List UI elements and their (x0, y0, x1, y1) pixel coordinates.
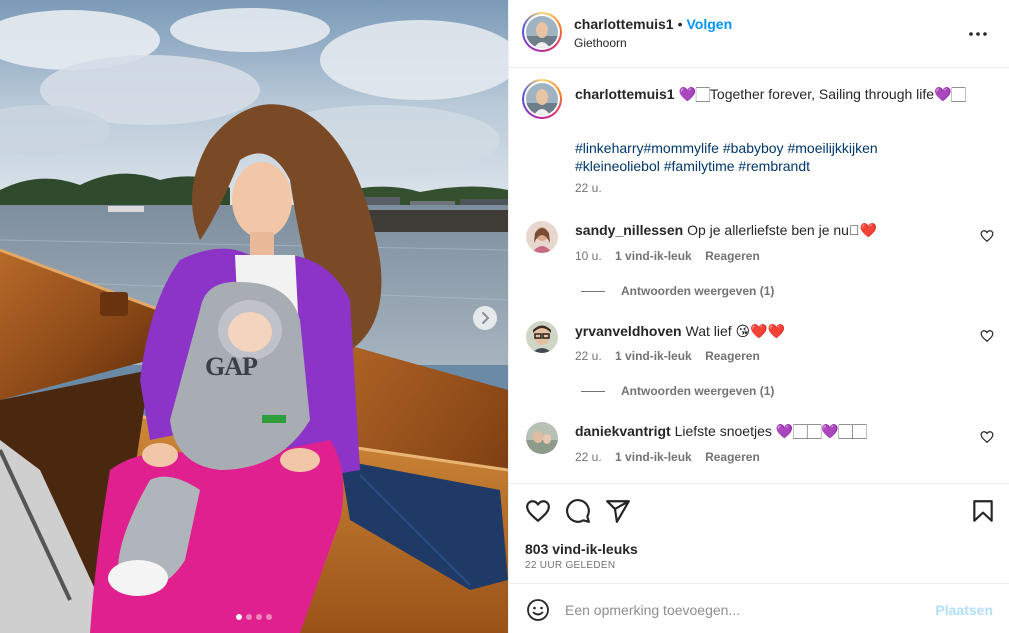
view-replies-button[interactable]: Antwoorden weergeven (1) (581, 384, 774, 398)
comment-likes[interactable]: 1 vind-ik-leuk (615, 450, 692, 464)
caption-text: 💜🏻Together forever, Sailing through life… (674, 86, 966, 102)
comment-body: daniekvantrigt Liefste snoetjes 💜🏻🏻💜🏻🏻 (575, 422, 955, 440)
separator-dot: • (677, 16, 683, 32)
carousel-dot (236, 614, 242, 620)
comment-username[interactable]: yrvanveldhoven (575, 323, 682, 339)
comment-likes[interactable]: 1 vind-ik-leuk (615, 249, 692, 263)
comment-avatar[interactable] (526, 221, 558, 253)
caption-hashtags: #linkeharry#mommylife #babyboy #moeilijk… (575, 139, 955, 175)
comment-username[interactable]: daniekvantrigt (575, 423, 671, 439)
reply-button[interactable]: Reageren (705, 450, 760, 464)
replies-divider (581, 290, 605, 292)
replies-divider (581, 390, 605, 392)
post-photo[interactable]: GAP (0, 0, 508, 633)
hashtag-link[interactable]: #moeilijkkijken (787, 140, 877, 156)
hashtag-link[interactable]: #babyboy (723, 140, 784, 156)
carousel-dots (0, 614, 508, 620)
caption-time[interactable]: 22 u. (575, 181, 602, 195)
author-avatar[interactable] (522, 12, 562, 52)
post-image (0, 0, 508, 633)
comment-icon[interactable] (565, 498, 591, 524)
follow-button[interactable]: Volgen (687, 16, 733, 32)
author-username[interactable]: charlottemuis1 (574, 16, 674, 32)
comment-body: yrvanveldhoven Wat lief 😘❤️❤️ (575, 322, 955, 340)
comment-like-icon[interactable] (980, 229, 994, 243)
hashtag-link[interactable]: #mommylife (643, 140, 718, 156)
share-icon[interactable] (605, 498, 631, 524)
heart-icon[interactable] (525, 498, 551, 524)
caption-username[interactable]: charlottemuis1 (575, 86, 675, 102)
reply-button[interactable]: Reageren (705, 349, 760, 363)
post-sidebar: charlottemuis1 • Volgen Giethoorn charlo… (508, 0, 1009, 633)
comment-meta: 10 u. 1 vind-ik-leuk Reageren (575, 249, 760, 263)
hashtag-link[interactable]: #rembrandt (738, 158, 810, 174)
reply-button[interactable]: Reageren (705, 249, 760, 263)
caption: charlottemuis1 💜🏻Together forever, Saili… (575, 85, 975, 103)
hashtag-link[interactable]: #kleineoliebol (575, 158, 660, 174)
hashtag-link[interactable]: #linkeharry (575, 140, 643, 156)
comment-meta: 22 u. 1 vind-ik-leuk Reageren (575, 450, 760, 464)
add-comment-bar: Plaatsen (509, 583, 1009, 633)
comment-avatar[interactable] (526, 321, 558, 353)
comment-time[interactable]: 10 u. (575, 249, 602, 263)
more-options-button[interactable] (966, 24, 990, 44)
comment-text: Liefste snoetjes 💜🏻🏻💜🏻🏻 (674, 423, 867, 439)
chevron-right-icon (482, 312, 490, 324)
comment-username[interactable]: sandy_nillessen (575, 222, 683, 238)
comment-time[interactable]: 22 u. (575, 450, 602, 464)
comment-likes[interactable]: 1 vind-ik-leuk (615, 349, 692, 363)
post-actions: 803 vind-ik-leuks 22 UUR GELEDEN (509, 483, 1009, 583)
post-comment-button[interactable]: Plaatsen (935, 602, 993, 618)
comment-time[interactable]: 22 u. (575, 349, 602, 363)
comment-avatar[interactable] (526, 422, 558, 454)
view-replies-label: Antwoorden weergeven (1) (621, 384, 775, 398)
carousel-dot (246, 614, 252, 620)
more-horizontal-icon (969, 32, 987, 36)
comment-meta: 22 u. 1 vind-ik-leuk Reageren (575, 349, 760, 363)
comment-like-icon[interactable] (980, 329, 994, 343)
bookmark-icon[interactable] (970, 498, 996, 524)
view-replies-button[interactable]: Antwoorden weergeven (1) (581, 284, 774, 298)
comment-body: sandy_nillessen Op je allerliefste ben j… (575, 221, 955, 239)
caption-avatar[interactable] (522, 79, 562, 119)
post-header: charlottemuis1 • Volgen Giethoorn (509, 0, 1009, 68)
comment-input[interactable] (565, 599, 905, 621)
post-time-ago[interactable]: 22 UUR GELEDEN (525, 560, 615, 571)
emoji-icon[interactable] (526, 598, 550, 622)
carousel-dot (256, 614, 262, 620)
hashtag-link[interactable]: #familytime (664, 158, 735, 174)
location-link[interactable]: Giethoorn (574, 36, 627, 50)
likes-count[interactable]: 803 vind-ik-leuks (525, 541, 638, 557)
comment-text: Op je allerliefste ben je nu🏻❤️ (687, 222, 877, 238)
view-replies-label: Antwoorden weergeven (1) (621, 284, 775, 298)
carousel-next-button[interactable] (473, 306, 497, 330)
shirt-logo: GAP (205, 352, 258, 381)
comment-like-icon[interactable] (980, 430, 994, 444)
carousel-dot (266, 614, 272, 620)
comment-text: Wat lief 😘❤️❤️ (685, 323, 786, 339)
